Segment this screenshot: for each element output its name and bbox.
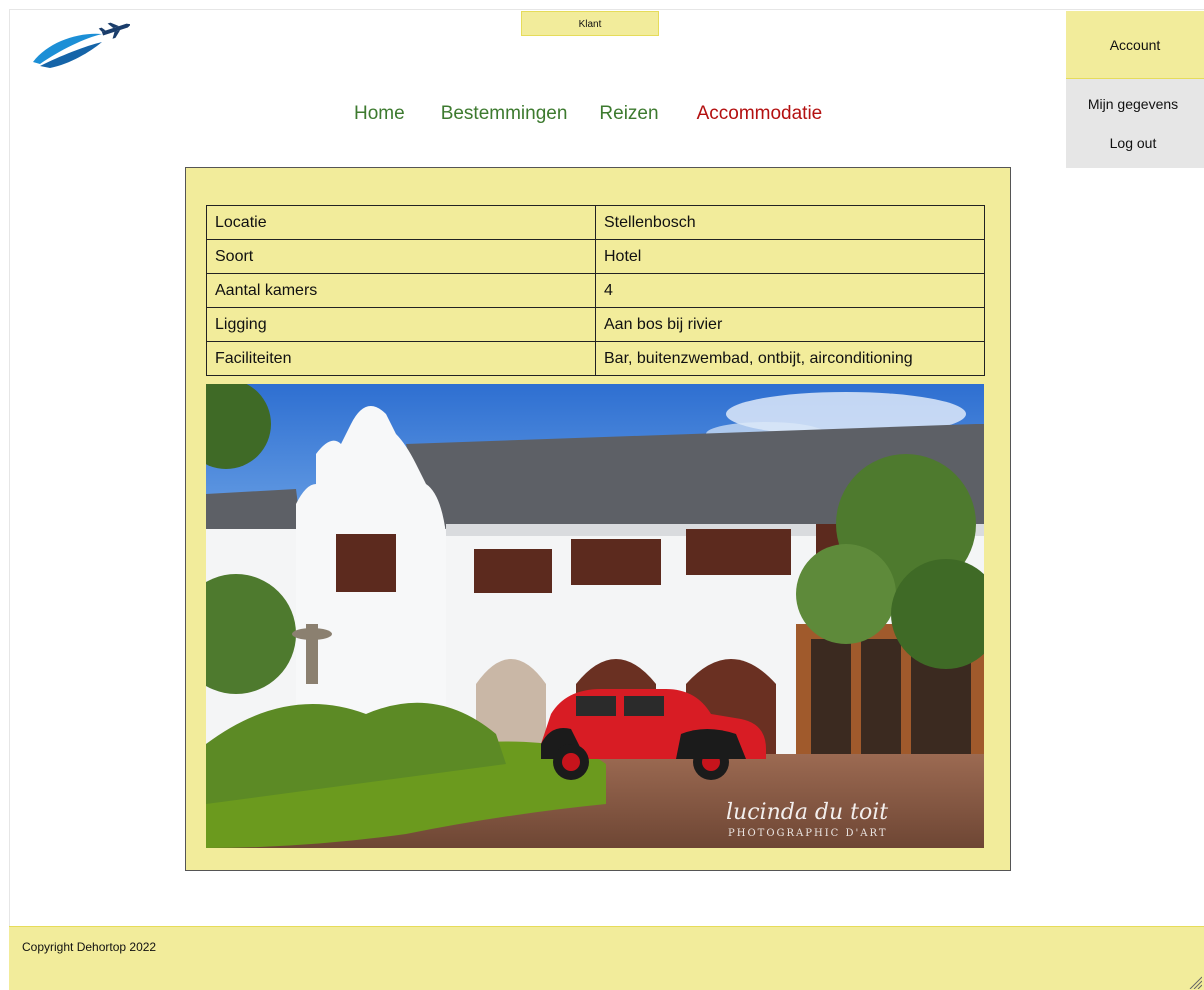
nav-bestemmingen[interactable]: Bestemmingen xyxy=(441,102,568,126)
account-button[interactable]: Account xyxy=(1066,11,1204,79)
row-key: Faciliteiten xyxy=(206,341,596,376)
page: Klant Home Bestemmingen Reizen Accommoda… xyxy=(0,0,1204,990)
copyright-text: Copyright Dehortop 2022 xyxy=(22,940,157,954)
footer: Copyright Dehortop 2022 xyxy=(9,926,1204,990)
row-key: Ligging xyxy=(206,307,596,342)
row-key: Soort xyxy=(206,239,596,274)
photo-watermark: lucinda du toit xyxy=(726,800,888,825)
left-border xyxy=(9,9,10,929)
row-key: Locatie xyxy=(206,205,596,240)
role-badge: Klant xyxy=(521,11,659,36)
nav-home[interactable]: Home xyxy=(354,102,405,126)
menu-item-mijn-gegevens[interactable]: Mijn gegevens xyxy=(1066,96,1200,112)
row-value: 4 xyxy=(595,273,985,308)
row-value: Hotel xyxy=(595,239,985,274)
hotel-photo-illustration: lucinda du toit PHOTOGRAPHIC D'ART xyxy=(206,384,984,848)
resize-handle-icon[interactable] xyxy=(1188,975,1202,989)
row-value: Aan bos bij rivier xyxy=(595,307,985,342)
nav-accommodatie[interactable]: Accommodatie xyxy=(697,102,823,126)
table-row: Faciliteiten Bar, buitenzwembad, ontbijt… xyxy=(206,341,985,376)
row-key: Aantal kamers xyxy=(206,273,596,308)
table-row: Ligging Aan bos bij rivier xyxy=(206,307,985,342)
accommodation-photo: lucinda du toit PHOTOGRAPHIC D'ART xyxy=(206,384,984,848)
menu-item-log-out[interactable]: Log out xyxy=(1066,135,1200,151)
accommodation-table: Locatie Stellenbosch Soort Hotel Aantal … xyxy=(206,205,985,376)
account-panel: Account Mijn gegevens Log out xyxy=(1066,11,1204,168)
table-row: Aantal kamers 4 xyxy=(206,273,985,308)
table-row: Soort Hotel xyxy=(206,239,985,274)
photo-watermark-sub: PHOTOGRAPHIC D'ART xyxy=(728,828,888,839)
table-row: Locatie Stellenbosch xyxy=(206,205,985,240)
row-value: Bar, buitenzwembad, ontbijt, airconditio… xyxy=(595,341,985,376)
nav-reizen[interactable]: Reizen xyxy=(599,102,658,126)
top-border xyxy=(9,9,1204,10)
airplane-logo-icon[interactable] xyxy=(30,22,130,70)
main-nav: Home Bestemmingen Reizen Accommodatie xyxy=(354,102,822,126)
row-value: Stellenbosch xyxy=(595,205,985,240)
